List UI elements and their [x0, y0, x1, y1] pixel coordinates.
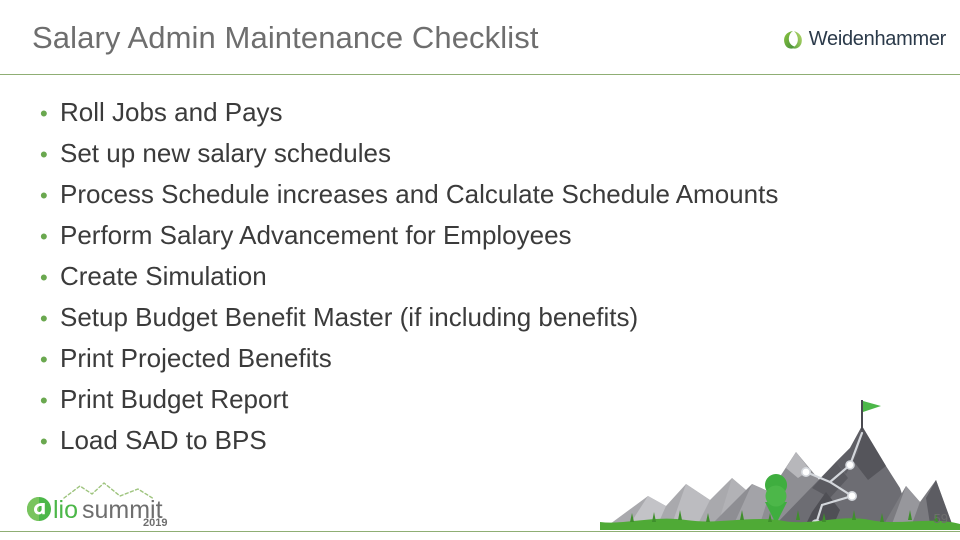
- alio-summit-logo: lio summit 2019: [20, 480, 185, 529]
- summit-flag-icon: [861, 400, 881, 430]
- list-item-label: Perform Salary Advancement for Employees: [60, 220, 572, 250]
- list-item: • Perform Salary Advancement for Employe…: [32, 215, 922, 256]
- bullet-dot: •: [40, 183, 48, 208]
- page-number: 59: [933, 511, 948, 526]
- list-item: • Create Simulation: [32, 256, 922, 297]
- list-item-label: Setup Budget Benefit Master (if includin…: [60, 302, 639, 332]
- title-divider: [0, 74, 960, 75]
- list-item-label: Print Budget Report: [60, 384, 289, 414]
- bullet-dot: •: [40, 224, 48, 249]
- alio-circle-icon: [27, 497, 51, 521]
- list-item-label: Load SAD to BPS: [60, 425, 267, 455]
- alio-year-text: 2019: [143, 517, 167, 528]
- list-item-label: Roll Jobs and Pays: [60, 97, 283, 127]
- bullet-dot: •: [40, 142, 48, 167]
- list-item: • Print Projected Benefits: [32, 338, 922, 379]
- weidenhammer-wordmark: Weidenhammer: [808, 28, 947, 50]
- alio-lio-text: lio: [53, 496, 78, 524]
- page-title: Salary Admin Maintenance Checklist: [32, 20, 539, 55]
- bullet-dot: •: [40, 306, 48, 331]
- weidenhammer-logo: Weidenhammer: [782, 28, 946, 51]
- bullet-dot: •: [40, 265, 48, 290]
- bullet-dot: •: [40, 388, 48, 413]
- list-item-label: Print Projected Benefits: [60, 343, 332, 373]
- leaf-swoosh-icon: [782, 29, 804, 51]
- footer-divider: [0, 531, 960, 532]
- list-item: • Process Schedule increases and Calcula…: [32, 174, 922, 215]
- mountain-range-illustration: [600, 392, 960, 532]
- list-item: • Setup Budget Benefit Master (if includ…: [32, 297, 922, 338]
- bullet-dot: •: [40, 347, 48, 372]
- list-item-label: Set up new salary schedules: [60, 138, 391, 168]
- list-item: • Roll Jobs and Pays: [32, 92, 922, 133]
- bullet-dot: •: [40, 429, 48, 454]
- list-item-label: Process Schedule increases and Calculate…: [60, 179, 779, 209]
- list-item: • Set up new salary schedules: [32, 133, 922, 174]
- bullet-dot: •: [40, 101, 48, 126]
- slide: Salary Admin Maintenance Checklist Weide…: [0, 0, 960, 540]
- list-item-label: Create Simulation: [60, 261, 267, 291]
